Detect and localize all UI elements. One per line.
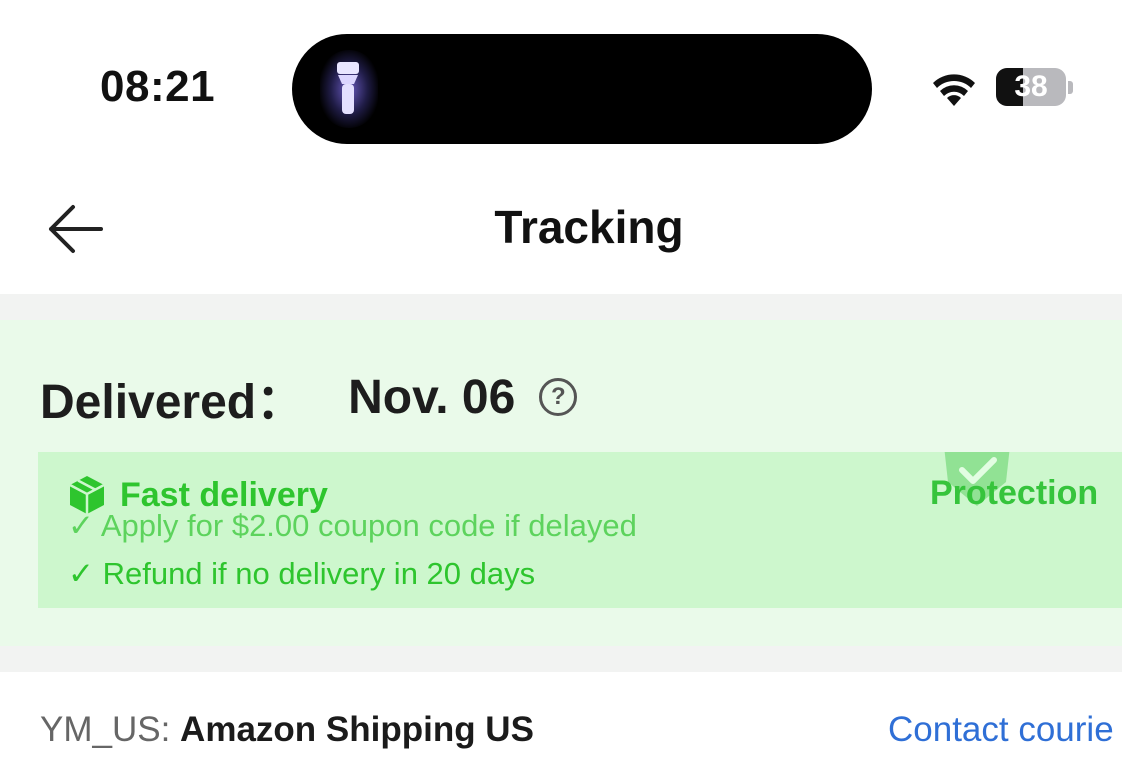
flashlight-icon	[337, 62, 359, 114]
dynamic-island	[292, 34, 872, 144]
delivery-headline: Delivered： Nov. 06 ?	[40, 362, 578, 432]
battery-level-text: 38	[1014, 70, 1048, 103]
carrier-info: YM_US: Amazon Shipping US	[40, 710, 534, 750]
carrier-code: YM_US:	[40, 710, 181, 749]
page-title: Tracking	[494, 201, 684, 253]
status-time: 08:21	[100, 62, 216, 111]
benefit-refund: ✓ Refund if no delivery in 20 days	[68, 556, 536, 591]
protection-label: Protection	[930, 474, 1099, 512]
carrier-row: YM_US: Amazon Shipping US Contact courie	[0, 672, 1122, 781]
carrier-name: Amazon Shipping US	[180, 710, 534, 749]
benefit-coupon: ✓ Apply for $2.00 coupon code if delayed	[68, 508, 637, 543]
fast-delivery-box[interactable]: Fast delivery Protection ✓ Apply for $2.…	[38, 452, 1122, 608]
delivery-date: Nov. 06	[348, 370, 516, 424]
delivery-status-label: Delivered：	[40, 376, 305, 429]
battery-icon: 38	[996, 68, 1066, 106]
delivery-status-card: Delivered： Nov. 06 ? Fast delivery Prote…	[0, 320, 1122, 646]
battery-nub	[1068, 81, 1073, 94]
wifi-icon	[933, 74, 975, 106]
contact-courier-link[interactable]: Contact courie	[888, 710, 1114, 750]
status-bar: 08:21 38	[0, 0, 1122, 170]
section-divider	[0, 294, 1122, 320]
nav-bar: Tracking	[0, 170, 1122, 294]
help-icon[interactable]: ?	[539, 378, 578, 416]
section-divider	[0, 646, 1122, 672]
